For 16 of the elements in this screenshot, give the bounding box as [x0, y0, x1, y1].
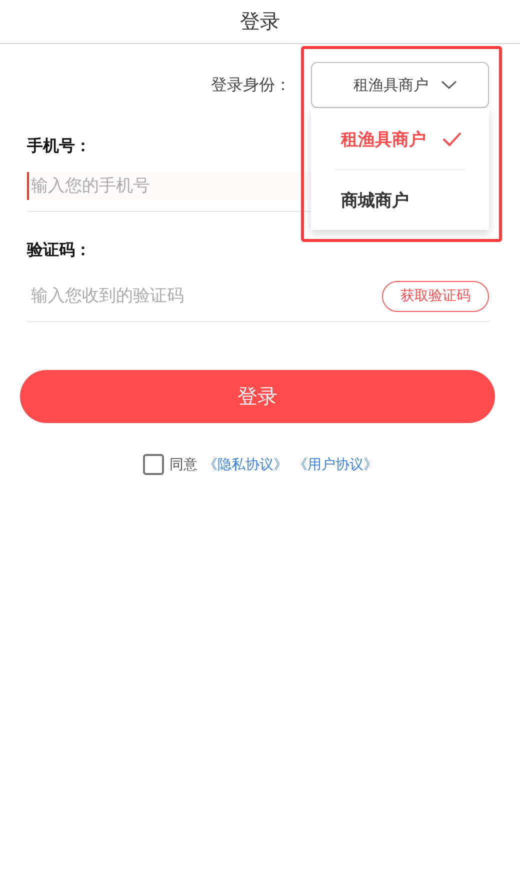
- agreement-link[interactable]: 《隐私协议》: [204, 456, 288, 474]
- input-field[interactable]: 输入您收到的验证码: [27, 282, 382, 310]
- agree-checkbox[interactable]: [142, 454, 164, 475]
- dropdown-option[interactable]: 商城商户: [311, 170, 489, 230]
- agreement-link[interactable]: 《用户协议》: [294, 456, 378, 474]
- get-code-button[interactable]: 获取验证码: [382, 280, 489, 312]
- identity-label: 登录身份：: [211, 74, 291, 96]
- login-button[interactable]: 登录: [20, 370, 495, 423]
- page-title: 登录: [240, 8, 280, 35]
- checkmark-icon: [442, 131, 462, 147]
- chevron-down-icon: [440, 80, 456, 90]
- identity-dropdown[interactable]: 租渔具商户: [311, 62, 489, 108]
- field-label: 手机号：: [27, 136, 91, 157]
- field-label: 验证码：: [27, 240, 91, 261]
- agree-text: 同意: [170, 456, 198, 474]
- dropdown-option[interactable]: 租渔具商户: [311, 109, 489, 169]
